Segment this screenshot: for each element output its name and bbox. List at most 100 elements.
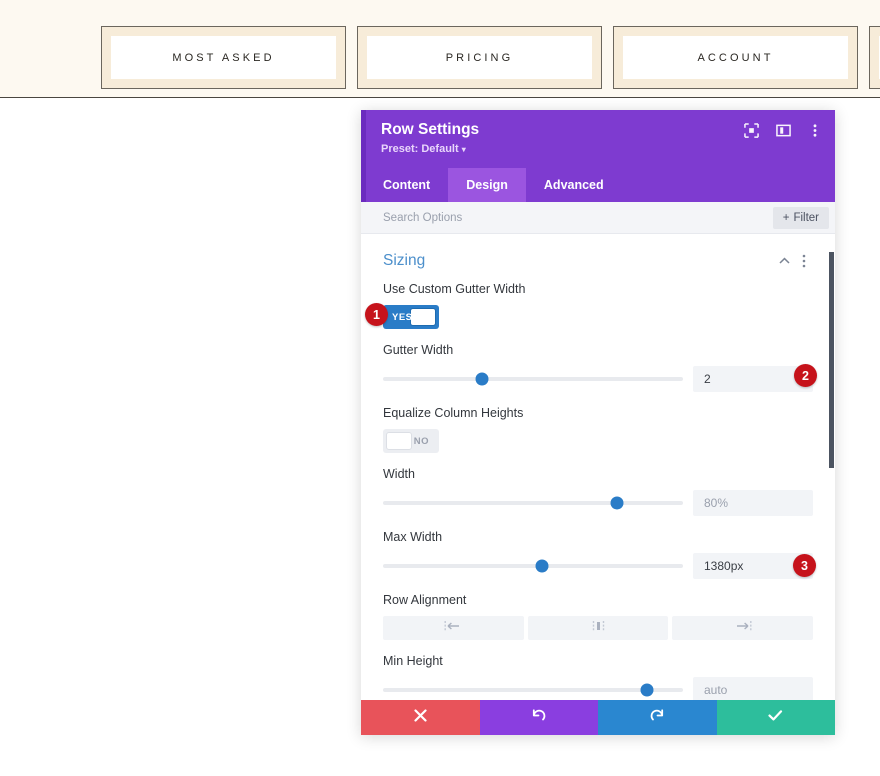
site-tab-pricing[interactable]: PRICING	[357, 26, 602, 89]
row-alignment-options	[383, 616, 814, 640]
align-left-button[interactable]	[383, 616, 524, 640]
modal-action-bar	[361, 700, 835, 735]
field-label: Gutter Width	[383, 343, 454, 357]
redo-button[interactable]	[598, 700, 717, 735]
slider-max-width[interactable]	[383, 557, 683, 575]
search-bar: + Filter	[361, 202, 835, 234]
site-header-strip: MOST ASKED PRICING ACCOUNT	[0, 0, 880, 98]
page-root: MOST ASKED PRICING ACCOUNT Row Settings …	[0, 0, 880, 776]
modal-body: Sizing Use Custom Gutter Width YES Gutte…	[361, 234, 835, 700]
toggle-knob	[410, 308, 436, 326]
toggle-knob	[386, 432, 412, 450]
field-label: Row Alignment	[383, 593, 467, 607]
chevron-up-icon[interactable]	[775, 252, 793, 270]
align-center-icon	[589, 619, 608, 637]
save-button[interactable]	[716, 700, 835, 735]
field-label: Max Width	[383, 530, 443, 544]
modal-header-icons	[743, 122, 823, 138]
tab-advanced[interactable]: Advanced	[526, 168, 622, 202]
chevron-down-icon: ▾	[461, 145, 466, 154]
tab-label: Advanced	[543, 178, 604, 192]
field-max-width: Max Width 1380px	[383, 530, 813, 579]
section-title: Sizing	[383, 252, 426, 269]
toggle-label: YES	[392, 311, 413, 323]
focus-target-icon[interactable]	[743, 122, 759, 138]
field-width: Width 80%	[383, 467, 813, 516]
cancel-button[interactable]	[361, 700, 480, 735]
section-more-vertical-icon[interactable]	[795, 252, 813, 270]
field-label: Min Height	[383, 654, 443, 668]
field-label: Width	[383, 467, 415, 481]
site-tab-account[interactable]: ACCOUNT	[613, 26, 858, 89]
slider-track	[383, 683, 683, 697]
tab-design[interactable]: Design	[448, 168, 526, 202]
toggle-use-custom-gutter-width[interactable]: YES	[383, 305, 439, 329]
toggle-equalize-column-heights[interactable]: NO	[383, 429, 439, 453]
align-right-icon	[733, 619, 752, 637]
site-tab-most-asked[interactable]: MOST ASKED	[101, 26, 346, 89]
row-settings-modal: Row Settings Preset: Default ▾ Content D…	[361, 110, 835, 735]
modal-header: Row Settings Preset: Default ▾	[361, 110, 835, 168]
field-row-alignment: Row Alignment	[383, 593, 814, 640]
site-tab-label: ACCOUNT	[697, 51, 774, 64]
site-tab-inner: PRICING	[367, 36, 592, 79]
undo-icon	[531, 708, 546, 728]
field-label: Use Custom Gutter Width	[383, 282, 526, 296]
slider-knob[interactable]	[640, 683, 654, 697]
field-label: Equalize Column Heights	[383, 406, 524, 420]
align-center-button[interactable]	[527, 616, 669, 640]
slider-knob[interactable]	[475, 372, 489, 386]
site-tab-partial[interactable]	[869, 26, 880, 89]
field-row: NO	[383, 429, 813, 453]
slider-knob[interactable]	[535, 559, 549, 573]
slider-track	[383, 559, 683, 573]
undo-button[interactable]	[479, 700, 598, 735]
modal-scrollbar-thumb[interactable]	[829, 252, 834, 468]
value-width[interactable]: 80%	[693, 490, 813, 516]
align-right-button[interactable]	[672, 616, 814, 640]
field-equalize-column-heights: Equalize Column Heights NO	[383, 406, 813, 453]
slider-width[interactable]	[383, 494, 683, 512]
filter-button-label: Filter	[793, 211, 819, 224]
toggle-label: NO	[413, 435, 429, 447]
close-icon	[414, 708, 427, 727]
site-tab-inner: MOST ASKED	[111, 36, 336, 79]
site-tab-label: PRICING	[445, 51, 514, 64]
field-row: 80%	[383, 490, 813, 516]
field-min-height: Min Height auto	[383, 654, 813, 700]
field-row: YES	[383, 305, 813, 329]
modal-title: Row Settings	[381, 121, 480, 138]
search-input[interactable]	[361, 202, 773, 233]
slider-gutter-width[interactable]	[383, 370, 683, 388]
section-header-sizing: Sizing	[383, 234, 813, 282]
site-tab-label: MOST ASKED	[172, 51, 275, 64]
field-row: 2	[383, 366, 813, 392]
field-row: 1380px	[383, 553, 813, 579]
modal-scrollbar-track[interactable]	[828, 234, 835, 700]
annotation-badge-2: 2	[794, 364, 817, 387]
modal-tab-bar: Content Design Advanced	[361, 168, 835, 202]
field-row: auto	[383, 677, 813, 700]
preset-label: Preset: Default	[381, 143, 459, 155]
check-icon	[768, 709, 783, 727]
slider-knob[interactable]	[610, 496, 624, 510]
align-left-icon	[444, 619, 463, 637]
value-min-height[interactable]: auto	[693, 677, 813, 700]
redo-icon	[650, 708, 665, 728]
tab-label: Design	[466, 178, 508, 192]
more-vertical-icon[interactable]	[807, 122, 823, 138]
slider-min-height[interactable]	[383, 681, 683, 699]
layout-panel-icon[interactable]	[775, 122, 791, 138]
slider-track	[383, 496, 683, 510]
slider-track	[383, 372, 683, 386]
site-tab-inner: ACCOUNT	[623, 36, 848, 79]
site-tabs-row: MOST ASKED PRICING ACCOUNT	[101, 26, 880, 89]
field-gutter-width: Gutter Width 2	[383, 343, 813, 392]
filter-button[interactable]: + Filter	[772, 206, 829, 229]
preset-selector[interactable]: Preset: Default ▾	[381, 143, 466, 155]
tab-content[interactable]: Content	[361, 168, 448, 202]
plus-icon: +	[782, 211, 790, 224]
field-use-custom-gutter-width: Use Custom Gutter Width YES	[383, 282, 813, 329]
annotation-badge-1: 1	[365, 303, 388, 326]
tab-label: Content	[383, 178, 431, 192]
